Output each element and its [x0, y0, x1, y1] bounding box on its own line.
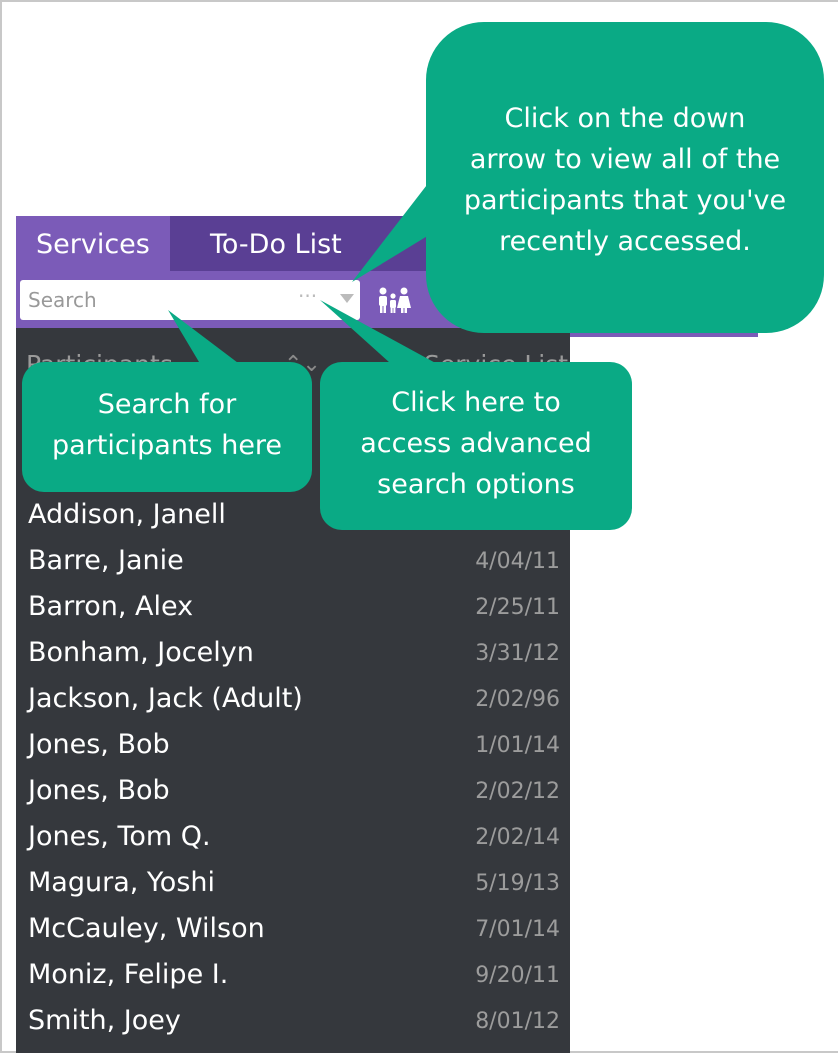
- callout-line: Click here to: [391, 387, 561, 418]
- participant-name: Moniz, Felipe I.: [28, 959, 229, 990]
- participant-date: 3/31/12: [475, 641, 560, 666]
- participant-name: Barre, Janie: [28, 545, 184, 576]
- list-item[interactable]: Jones, Bob 1/01/14: [16, 723, 570, 769]
- recent-participants-dropdown-arrow[interactable]: [340, 294, 354, 303]
- participant-date: 1/01/14: [475, 733, 560, 758]
- list-item[interactable]: Smith, Joey 8/01/12: [16, 999, 570, 1045]
- participant-name: Jackson, Jack (Adult): [28, 683, 303, 714]
- participant-name: Jones, Bob: [28, 729, 170, 760]
- callout-recent-participants: Click on the down arrow to view all of t…: [426, 22, 824, 333]
- participant-date: 8/01/12: [475, 1009, 560, 1034]
- participant-date: 2/02/96: [475, 687, 560, 712]
- list-item[interactable]: Barron, Alex 2/25/11: [16, 585, 570, 631]
- callout-line: Search for: [97, 389, 237, 420]
- participant-date: 5/19/13: [475, 871, 560, 896]
- list-item[interactable]: Magura, Yoshi 5/19/13: [16, 861, 570, 907]
- participant-date: 7/01/14: [475, 917, 560, 942]
- participant-name: Smith, Joey: [28, 1005, 181, 1036]
- participant-date: 2/02/14: [475, 825, 560, 850]
- participant-name: Jones, Bob: [28, 775, 170, 806]
- list-item[interactable]: Barre, Janie 4/04/11: [16, 539, 570, 585]
- list-item[interactable]: Jones, Tom Q. 2/02/14: [16, 815, 570, 861]
- list-item[interactable]: Bonham, Jocelyn 3/31/12: [16, 631, 570, 677]
- list-item[interactable]: McCauley, Wilson 7/01/14: [16, 907, 570, 953]
- callout-line: Click on the down: [504, 103, 746, 134]
- callout-line: access advanced: [360, 428, 592, 459]
- participant-name: Addison, Janell: [28, 499, 226, 530]
- callout-search: Search for participants here: [22, 362, 312, 492]
- callout-line: search options: [377, 469, 575, 500]
- list-item[interactable]: Jackson, Jack (Adult) 2/02/96: [16, 677, 570, 723]
- callout-line: recently accessed.: [499, 226, 751, 257]
- participant-name: Bonham, Jocelyn: [28, 637, 254, 668]
- list-item[interactable]: Jones, Bob 2/02/12: [16, 769, 570, 815]
- participant-date: 4/04/11: [475, 549, 560, 574]
- participant-name: Jones, Tom Q.: [28, 821, 211, 852]
- callout-advanced-search: Click here to access advanced search opt…: [320, 362, 632, 530]
- participant-name: Magura, Yoshi: [28, 867, 216, 898]
- search-input[interactable]: [28, 280, 278, 320]
- callout-line: arrow to view all of the: [469, 144, 781, 175]
- family-icon[interactable]: [376, 286, 412, 314]
- participant-name: McCauley, Wilson: [28, 913, 265, 944]
- participant-date: 9/20/11: [475, 963, 560, 988]
- participant-date: 2/25/11: [475, 595, 560, 620]
- participant-name: Barron, Alex: [28, 591, 194, 622]
- list-item[interactable]: Moniz, Felipe I. 9/20/11: [16, 953, 570, 999]
- tab-services[interactable]: Services: [16, 216, 170, 271]
- callout-line: participants that you've: [463, 185, 787, 216]
- advanced-search-button[interactable]: ···: [298, 284, 317, 308]
- participant-date: 2/02/12: [475, 779, 560, 804]
- tab-to-do-list[interactable]: To-Do List: [190, 216, 362, 271]
- callout-line: participants here: [51, 430, 283, 461]
